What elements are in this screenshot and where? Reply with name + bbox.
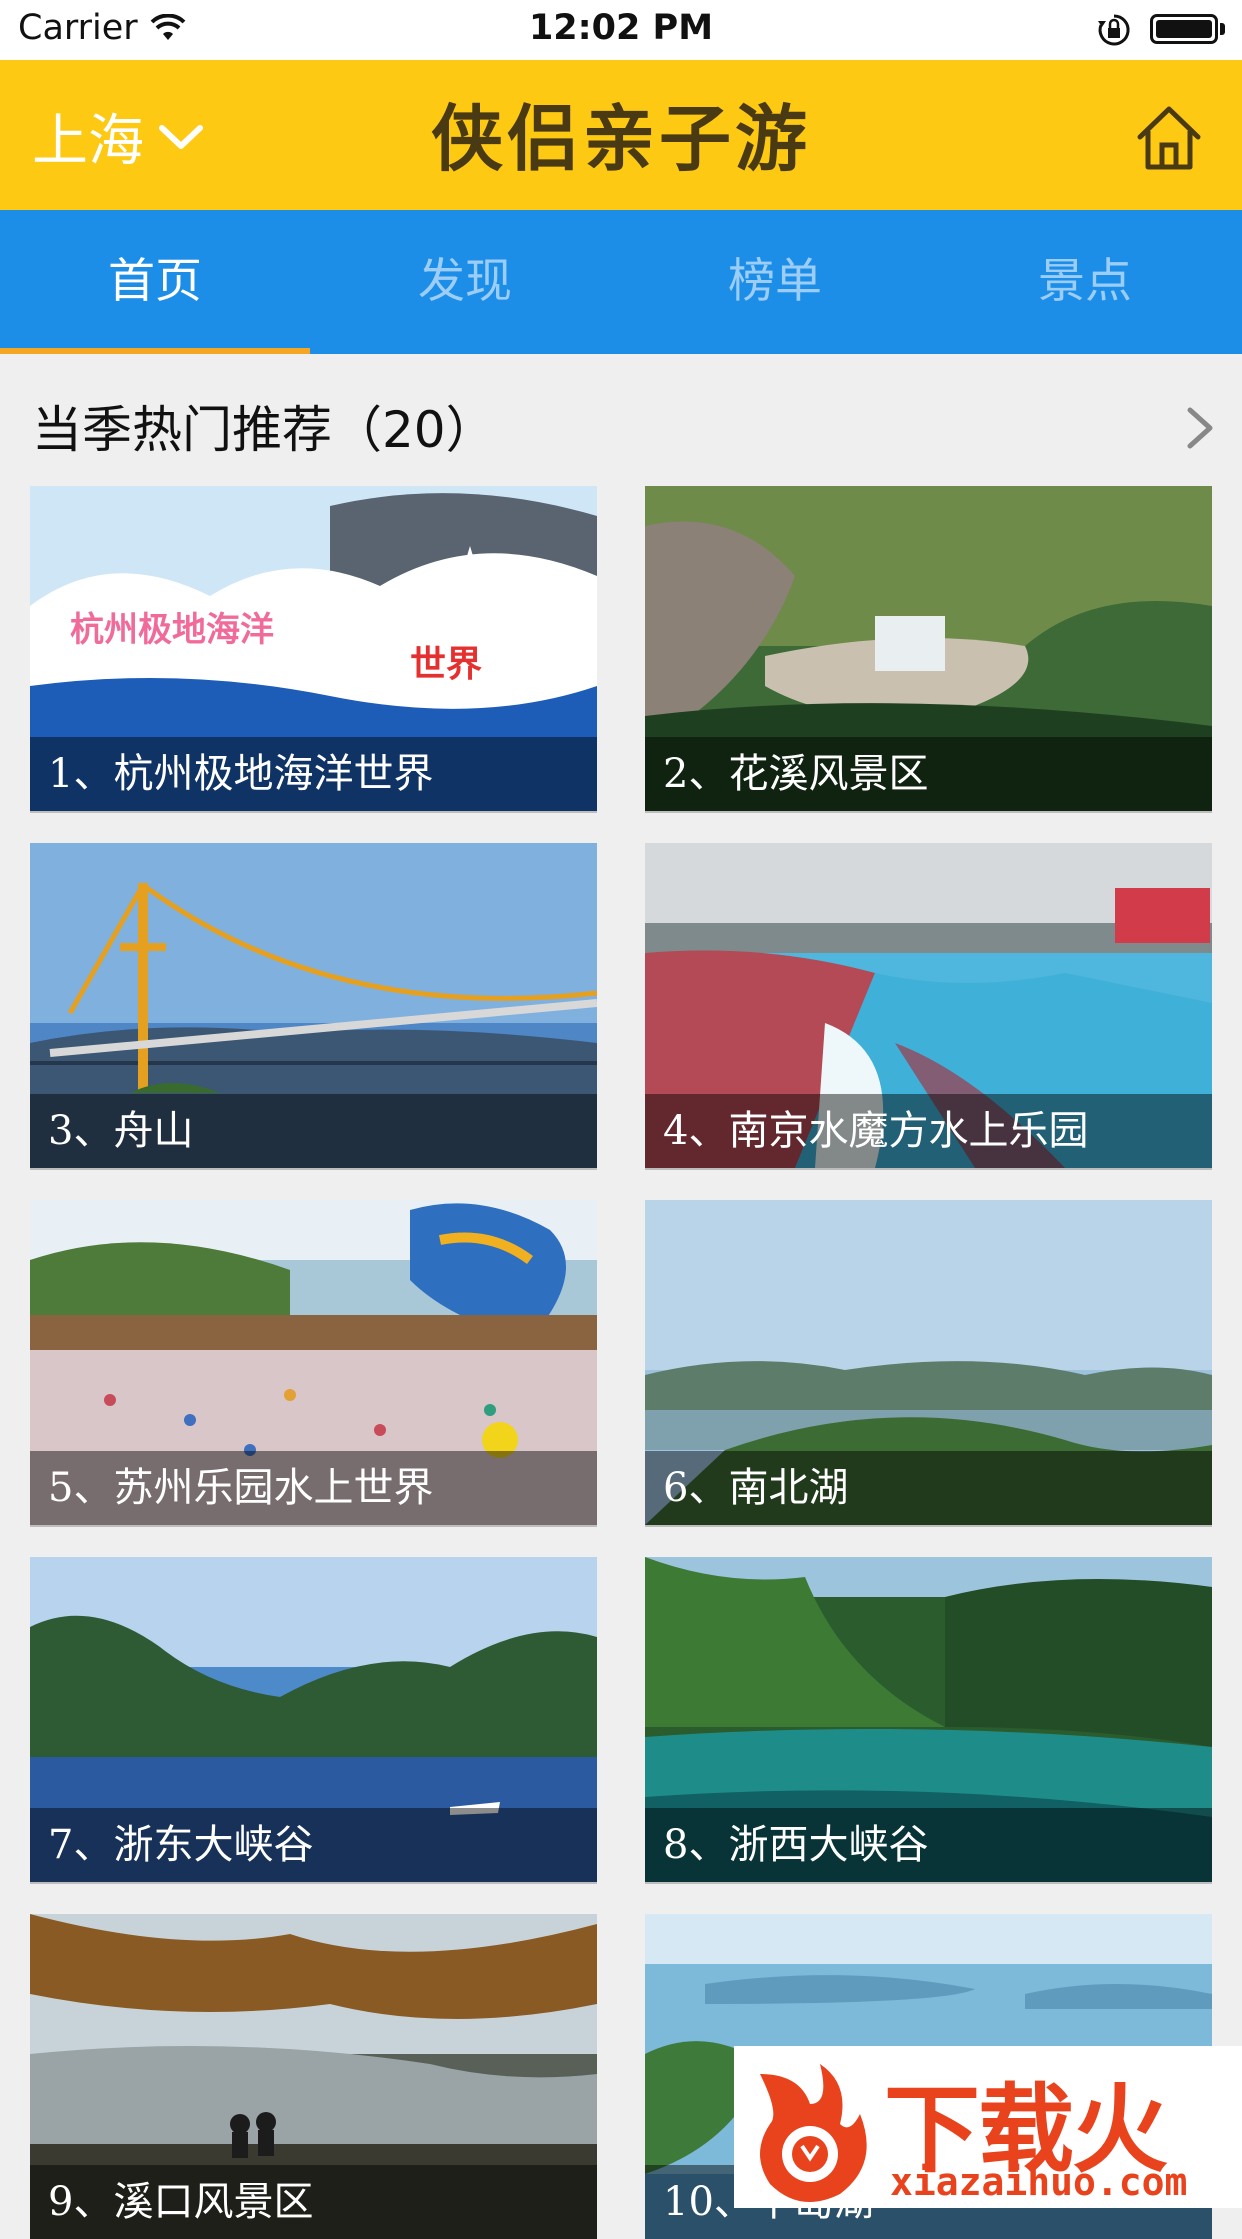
tab-attractions[interactable]: 景点 <box>930 210 1240 354</box>
attraction-card[interactable]: 4、南京水魔方水上乐园 <box>645 843 1212 1168</box>
tab-rankings[interactable]: 榜单 <box>620 210 930 354</box>
attraction-card[interactable]: 7、浙东大峡谷 <box>30 1557 597 1882</box>
card-title: 8、浙西大峡谷 <box>663 1822 929 1868</box>
attraction-card[interactable]: 2、花溪风景区 <box>645 486 1212 811</box>
card-title: 6、南北湖 <box>663 1465 849 1511</box>
svg-text:杭州极地海洋: 杭州极地海洋 <box>70 610 274 650</box>
tab-discover[interactable]: 发现 <box>310 210 620 354</box>
watermark-domain: xiazaihuo.com <box>890 2160 1188 2204</box>
battery-icon <box>1150 14 1218 44</box>
flame-logo-icon <box>760 2064 867 2202</box>
tab-bar: 首页 发现 榜单 景点 <box>0 210 1242 354</box>
svg-text:世界: 世界 <box>410 644 482 685</box>
status-bar: Carrier 12:02 PM <box>0 0 1242 60</box>
attraction-card[interactable]: 5、苏州乐园水上世界 <box>30 1200 597 1525</box>
card-title: 4、南京水魔方水上乐园 <box>663 1108 1089 1154</box>
watermark: 下载火 xiazaihuo.com <box>734 2046 1242 2208</box>
active-tab-indicator <box>0 348 310 354</box>
chevron-right-icon[interactable] <box>1182 404 1218 452</box>
card-title: 1、杭州极地海洋世界 <box>48 751 434 797</box>
attraction-card[interactable]: 9、溪口风景区 <box>30 1914 597 2239</box>
card-title: 3、舟山 <box>48 1108 194 1154</box>
card-title: 7、浙东大峡谷 <box>48 1822 314 1868</box>
home-icon[interactable] <box>1134 103 1204 173</box>
tab-home[interactable]: 首页 <box>0 210 310 354</box>
section-title: 当季热门推荐（20） <box>32 401 496 459</box>
attraction-card[interactable]: 6、南北湖 <box>645 1200 1212 1525</box>
card-title: 5、苏州乐园水上世界 <box>48 1465 434 1511</box>
status-time: 12:02 PM <box>528 8 714 48</box>
attraction-card[interactable]: 3、舟山 <box>30 843 597 1168</box>
attraction-card[interactable]: 8、浙西大峡谷 <box>645 1557 1212 1882</box>
card-title: 9、溪口风景区 <box>48 2179 314 2225</box>
app-title: 侠侣亲子游 <box>430 97 811 181</box>
battery-nub <box>1220 23 1225 35</box>
app-header: 上海 侠侣亲子游 <box>0 60 1242 210</box>
card-title: 2、花溪风景区 <box>663 751 929 797</box>
attraction-card[interactable]: 杭州极地海洋 世界 1、杭州极地海洋世界 <box>30 486 597 811</box>
rotation-lock-icon <box>1098 14 1130 46</box>
